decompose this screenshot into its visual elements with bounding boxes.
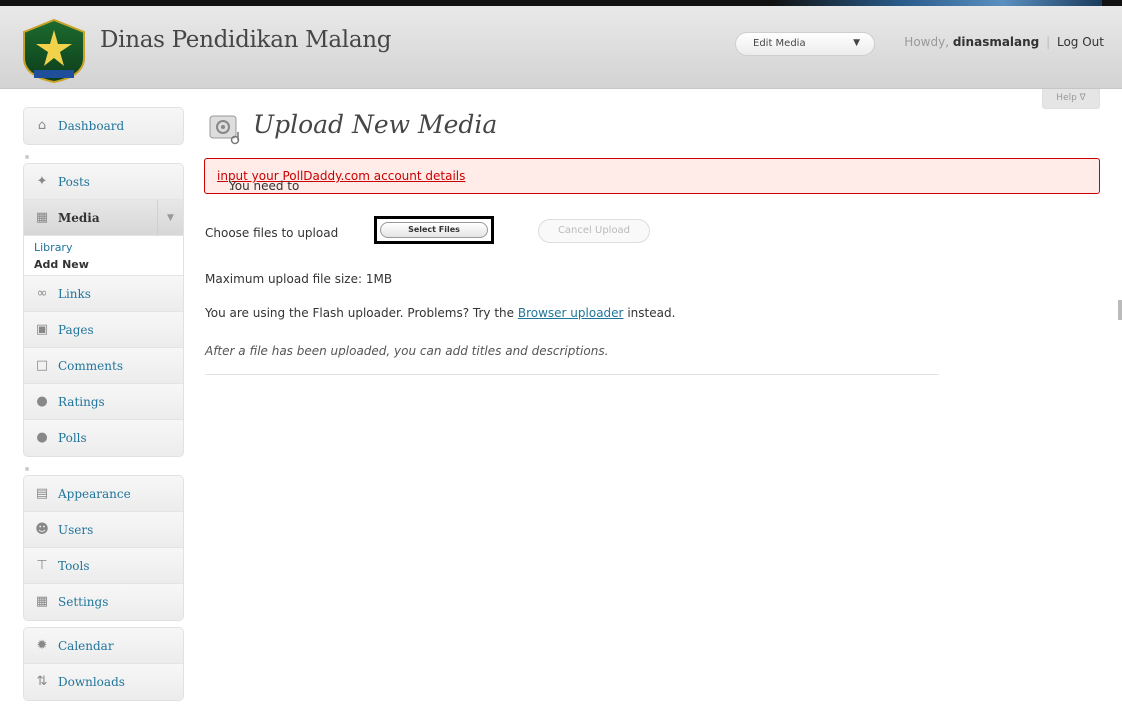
sidebar-item-ratings[interactable]: ● Ratings: [24, 384, 183, 420]
sidebar-item-users[interactable]: ☻ Users: [24, 512, 183, 548]
sidebar-item-comments[interactable]: □ Comments: [24, 348, 183, 384]
sidebar-item-label: Links: [58, 287, 91, 301]
admin-header: Dinas Pendidikan Malang Edit Media ▼ How…: [0, 6, 1122, 89]
scrollbar[interactable]: [1118, 300, 1122, 320]
sidebar-item-label: Ratings: [58, 395, 105, 409]
calendar-icon: ✹: [36, 638, 48, 653]
sidebar-item-label: Media: [58, 211, 100, 225]
link-icon: ∞: [36, 286, 48, 301]
settings-icon: ▦: [35, 594, 49, 609]
sidebar-item-pages[interactable]: ▣ Pages: [24, 312, 183, 348]
sidebar-item-dashboard[interactable]: ⌂ Dashboard: [24, 108, 183, 144]
page-title: Upload New Media: [253, 110, 498, 139]
flash-note-text: You are using the Flash uploader. Proble…: [205, 306, 518, 320]
sidebar-item-label: Pages: [58, 323, 94, 337]
appearance-icon: ▤: [35, 486, 49, 501]
site-title[interactable]: Dinas Pendidikan Malang: [100, 27, 392, 53]
favorite-actions-label: Edit Media: [753, 38, 806, 49]
menu-group-content: ✦ Posts ▦ Media ▼ Library Add New ∞ Link…: [23, 163, 184, 457]
downloads-icon: ⇅: [36, 674, 48, 689]
sidebar-item-settings[interactable]: ▦ Settings: [24, 584, 183, 620]
select-files-label: Select Files: [380, 222, 488, 238]
cancel-upload-button[interactable]: Cancel Upload: [538, 219, 650, 243]
sidebar-item-polls[interactable]: ● Polls: [24, 420, 183, 456]
flash-note-suffix: instead.: [623, 306, 676, 320]
media-icon: ▦: [35, 210, 49, 225]
sidebar-item-posts[interactable]: ✦ Posts: [24, 164, 183, 200]
users-icon: ☻: [35, 522, 49, 537]
tools-icon: ⊤: [36, 558, 48, 573]
logout-link[interactable]: Log Out: [1057, 35, 1104, 49]
polls-icon: ●: [36, 430, 48, 445]
notice-text: You need to: [229, 179, 300, 193]
sidebar-item-appearance[interactable]: ▤ Appearance: [24, 476, 183, 512]
user-greeting: Howdy, dinasmalang | Log Out: [904, 35, 1104, 49]
admin-sidebar: ⌂ Dashboard ✦ Posts ▦ Media ▼ Library Ad…: [23, 107, 184, 707]
sidebar-item-tools[interactable]: ⊤ Tools: [24, 548, 183, 584]
divider: [205, 374, 939, 375]
menu-group-admin: ▤ Appearance ☻ Users ⊤ Tools ▦ Settings: [23, 475, 184, 621]
sidebar-item-label: Posts: [58, 175, 90, 189]
flash-uploader-note: You are using the Flash uploader. Proble…: [205, 306, 675, 320]
menu-separator: [23, 151, 184, 163]
media-submenu: Library Add New: [24, 236, 183, 276]
notice-suffix: .: [229, 179, 233, 193]
select-files-button[interactable]: Select Files: [374, 216, 494, 244]
sidebar-item-label: Settings: [58, 595, 109, 609]
browser-uploader-link[interactable]: Browser uploader: [518, 306, 624, 320]
pin-icon: ✦: [36, 174, 48, 189]
sidebar-item-label: Dashboard: [58, 119, 125, 133]
help-tab[interactable]: Help ∇: [1042, 89, 1100, 109]
sidebar-item-label: Appearance: [58, 487, 131, 501]
username-link[interactable]: dinasmalang: [953, 35, 1039, 49]
dashboard-icon: ⌂: [37, 118, 47, 133]
chevron-down-icon[interactable]: ▼: [157, 200, 183, 236]
submenu-item-add-new[interactable]: Add New: [24, 256, 183, 273]
media-upload-icon: [209, 115, 240, 145]
after-upload-hint: After a file has been uploaded, you can …: [205, 344, 609, 358]
menu-group-plugins: ✹ Calendar ⇅ Downloads: [23, 627, 184, 701]
pages-icon: ▣: [35, 322, 49, 337]
sidebar-item-label: Calendar: [58, 639, 114, 653]
menu-separator: [23, 463, 184, 475]
sidebar-item-downloads[interactable]: ⇅ Downloads: [24, 664, 183, 700]
submenu-item-library[interactable]: Library: [24, 239, 183, 256]
sidebar-item-label: Tools: [58, 559, 90, 573]
site-logo[interactable]: [20, 18, 88, 84]
comment-icon: □: [35, 358, 49, 373]
error-notice: You need to input your PollDaddy.com acc…: [204, 158, 1100, 194]
sidebar-item-label: Comments: [58, 359, 123, 373]
sidebar-item-label: Users: [58, 523, 94, 537]
sidebar-item-links[interactable]: ∞ Links: [24, 276, 183, 312]
sidebar-item-label: Polls: [58, 431, 87, 445]
choose-files-label: Choose files to upload: [205, 226, 339, 240]
favorite-actions-select[interactable]: Edit Media ▼: [735, 32, 875, 56]
sidebar-item-label: Downloads: [58, 675, 125, 689]
menu-group-dashboard: ⌂ Dashboard: [23, 107, 184, 145]
sidebar-item-calendar[interactable]: ✹ Calendar: [24, 628, 183, 664]
max-upload-size: Maximum upload file size: 1MB: [205, 272, 393, 286]
howdy-text: Howdy,: [904, 35, 950, 49]
ratings-icon: ●: [36, 394, 48, 409]
sidebar-item-media[interactable]: ▦ Media ▼: [24, 200, 183, 236]
chevron-down-icon: ▼: [853, 38, 860, 48]
